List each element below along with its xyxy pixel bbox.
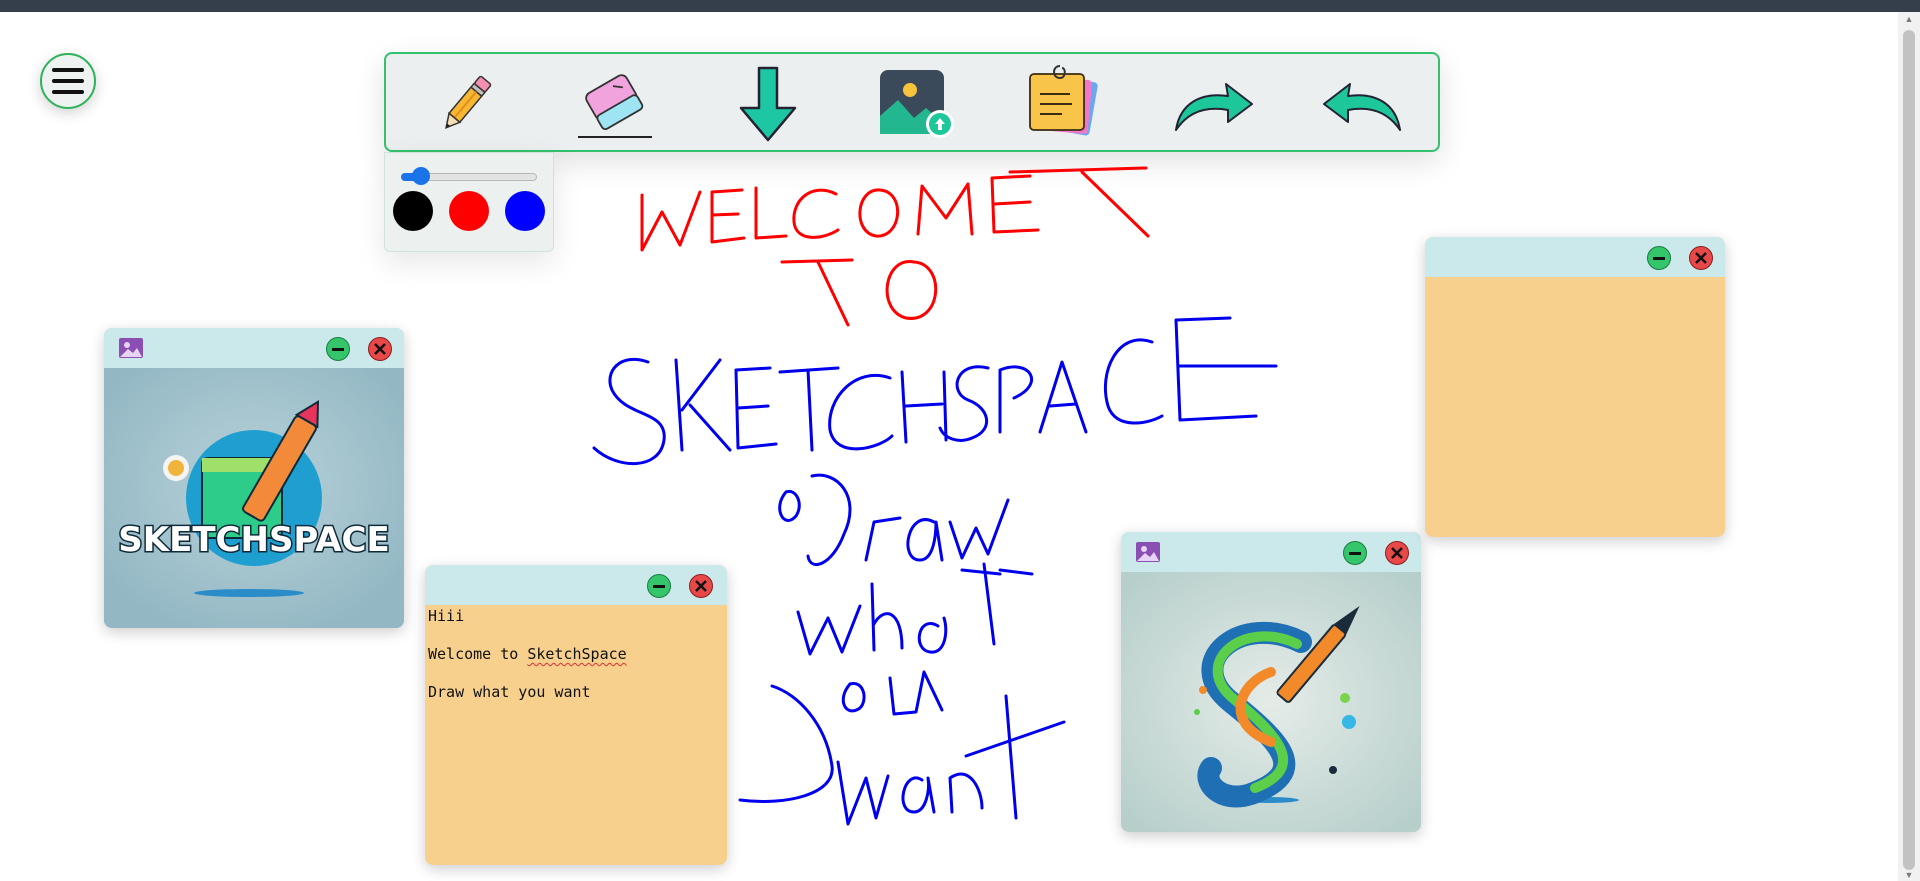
redo-button[interactable] [1172,64,1256,144]
minimize-button[interactable] [1647,246,1671,270]
close-button[interactable] [368,337,392,361]
close-button[interactable] [1385,541,1409,565]
note-window-2[interactable] [1425,237,1725,537]
minimize-button[interactable] [1343,541,1367,565]
minimize-icon [653,584,665,588]
download-arrow-icon [739,66,797,142]
minimize-button[interactable] [647,574,671,598]
close-button[interactable] [1689,246,1713,270]
undo-button[interactable] [1320,64,1404,144]
undo-arrow-icon [1323,83,1401,131]
download-button[interactable] [726,64,810,144]
color-swatch-blue[interactable] [505,191,545,231]
note-line-misspelled: SketchSpace [527,645,627,663]
scroll-up-icon[interactable]: ▲ [1903,14,1915,24]
minimize-icon [332,347,344,351]
note-window-1[interactable]: Hiii Welcome to SketchSpace Draw what you … [425,565,727,865]
scroll-down-icon[interactable]: ▼ [1903,870,1915,880]
logo-image: SKETCHSPACE [104,368,404,628]
scrollbar-thumb[interactable] [1903,30,1915,870]
image-upload-icon [880,70,954,138]
eraser-tool-button[interactable] [572,64,656,144]
close-icon [1695,252,1707,264]
browser-top-strip [0,0,1920,12]
redo-arrow-icon [1175,83,1253,131]
handwriting-sketchspace [592,316,1278,466]
image-window-logo[interactable]: SKETCHSPACE [104,328,404,628]
image-upload-button[interactable] [874,64,958,144]
logo-text: SKETCHSPACE [118,520,389,560]
close-icon [1391,547,1403,559]
pencil-icon [445,75,492,129]
toolbar [384,52,1440,152]
note-textarea[interactable]: Hiii Welcome to SketchSpace Draw what you … [428,607,723,702]
close-icon [695,580,707,592]
minimize-icon [1349,551,1361,555]
close-icon [374,343,386,355]
note-line-blank [428,626,723,645]
handwriting-draw-what-you-want [738,473,1066,826]
pencil-tool-button[interactable] [424,64,508,144]
note-line-blank [428,664,723,683]
menu-button[interactable] [40,53,96,109]
sticky-notes-icon [1029,65,1098,136]
image-window-brush[interactable] [1121,532,1421,832]
minimize-icon [1653,256,1665,260]
pen-settings-panel [384,152,554,252]
stroke-size-slider-thumb[interactable] [412,167,430,185]
handwriting-welcome-to [640,166,1150,327]
window-header[interactable] [104,328,404,368]
brush-logo-image [1121,572,1421,832]
note-line: Draw what you want [428,683,591,701]
window-header[interactable] [1121,532,1421,572]
image-icon [119,338,143,358]
note-line: Welcome to [428,645,528,663]
note-line: Hiii [428,607,465,625]
image-icon [1136,542,1160,562]
window-header[interactable] [425,565,727,605]
hamburger-icon [52,68,84,94]
color-swatch-black[interactable] [393,191,433,231]
window-header[interactable] [1425,237,1725,277]
color-swatch-red[interactable] [449,191,489,231]
sticky-note-button[interactable] [1022,64,1106,144]
minimize-button[interactable] [326,337,350,361]
eraser-icon [578,74,652,138]
close-button[interactable] [689,574,713,598]
